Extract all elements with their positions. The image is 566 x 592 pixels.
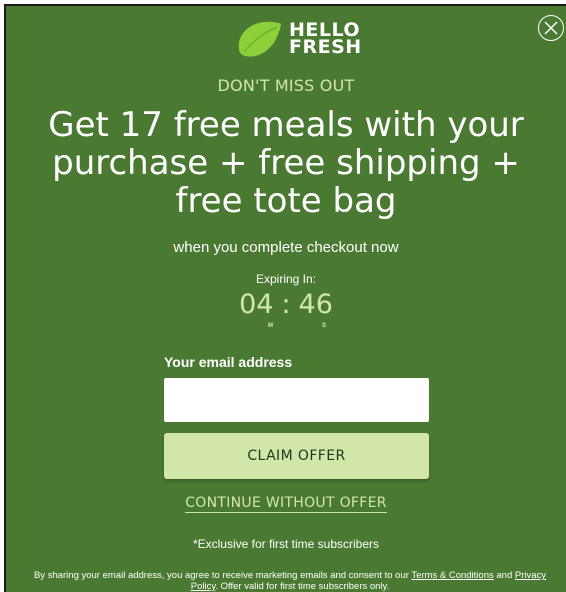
continue-without-offer-row: CONTINUE WITHOUT OFFER [6, 495, 566, 513]
timer-separator: : [281, 289, 291, 320]
email-input[interactable] [164, 378, 429, 422]
terms-link[interactable]: Terms & Conditions [411, 570, 493, 581]
lime-icon [238, 21, 281, 57]
timer-minutes: 04 [239, 289, 274, 320]
continue-without-offer-link[interactable]: CONTINUE WITHOUT OFFER [185, 495, 387, 513]
timer-seconds: 46 [298, 289, 333, 320]
expiring-label: Expiring In: [255, 272, 317, 286]
legal-text-pre: By sharing your email address, you agree… [33, 570, 412, 581]
legal-text-and: and [493, 570, 515, 581]
legal-disclaimer: By sharing your email address, you agree… [26, 570, 554, 592]
offer-modal: HELLO FRESH DON'T MISS OUT Get 17 free m… [4, 4, 566, 592]
claim-offer-button[interactable]: CLAIM OFFER [164, 433, 429, 479]
countdown-timer: 04:46 [6, 289, 566, 320]
hellofresh-logo: HELLO FRESH [235, 16, 362, 62]
timer-minutes-unit: M [268, 323, 273, 329]
logo-line-2: FRESH [289, 36, 362, 58]
offer-headline: Get 17 free meals with your purchase + f… [48, 105, 524, 221]
legal-text-post: . Offer valid for first time subscribers… [215, 581, 390, 592]
exclusive-note: *Exclusive for first time subscribers [192, 537, 380, 551]
close-icon [544, 21, 558, 35]
offer-subline: when you complete checkout now [173, 239, 399, 256]
timer-seconds-unit: S [322, 323, 327, 329]
logo-wordmark: HELLO FRESH [289, 21, 362, 58]
email-label: Your email address [164, 354, 293, 370]
close-button[interactable] [538, 15, 564, 41]
eyebrow-text: DON'T MISS OUT [217, 76, 355, 95]
